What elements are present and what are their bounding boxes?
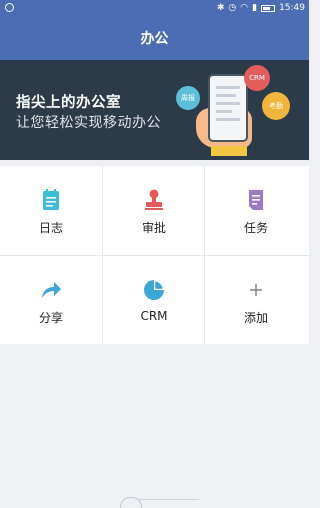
alarm-icon: ◷ <box>228 3 237 13</box>
notification-icon <box>5 3 14 12</box>
grid-item-share[interactable]: 分享 <box>0 256 102 345</box>
attendance-bubble: 考勤 <box>262 92 290 120</box>
clock-time: 15:49 <box>279 3 305 13</box>
grid-item-label: 日志 <box>38 221 63 235</box>
pie-chart-icon <box>144 280 164 300</box>
grid-item-task[interactable]: 任务 <box>205 166 307 255</box>
signal-icon: ▮ <box>252 3 258 13</box>
crm-bubble: CRM <box>244 65 270 91</box>
plus-icon <box>250 284 262 296</box>
grid-item-approval[interactable]: 审批 <box>103 166 205 255</box>
weekly-report-bubble: 周报 <box>176 86 200 110</box>
bluetooth-icon: ✱ <box>216 3 225 13</box>
grid-item-label: 分享 <box>38 311 63 325</box>
share-arrow-icon <box>42 282 61 298</box>
divider <box>139 499 199 500</box>
grid-item-crm[interactable]: CRM <box>103 256 205 345</box>
sleeve-illustration <box>211 146 247 156</box>
phone-illustration <box>208 74 248 142</box>
wifi-icon: ◠ <box>240 3 249 13</box>
notebook-icon <box>43 189 59 210</box>
grid-item-label: 审批 <box>141 221 166 235</box>
grid-item-log[interactable]: 日志 <box>0 166 102 255</box>
banner-subline: 让您轻松实现移动办公 <box>16 115 161 131</box>
grid-item-label: 添加 <box>243 311 268 325</box>
grid-item-add[interactable]: 添加 <box>205 256 307 345</box>
status-icons: ✱ ◷ ◠ ▮ 15:49 <box>217 3 305 13</box>
page-title: 办公 <box>0 18 309 60</box>
grid-item-label: 任务 <box>243 221 268 235</box>
status-bar: ✱ ◷ ◠ ▮ 15:49 <box>0 0 309 18</box>
promo-banner[interactable]: 指尖上的办公室 让您轻松实现移动办公 周报 CRM 考勤 <box>0 60 309 160</box>
grid-item-label: CRM <box>140 309 168 323</box>
feature-grid: 日志 审批 任务 分享 CRM 添加 <box>0 166 309 344</box>
battery-icon <box>261 4 276 12</box>
task-doc-icon <box>249 190 263 210</box>
stamp-icon <box>145 189 163 210</box>
banner-headline: 指尖上的办公室 <box>16 95 121 111</box>
